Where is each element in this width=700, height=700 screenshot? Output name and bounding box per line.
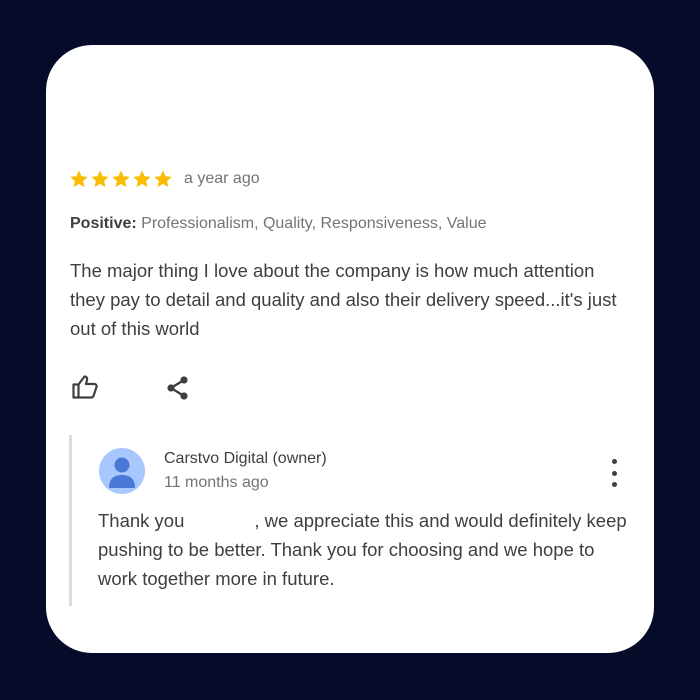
share-button[interactable] <box>163 373 193 403</box>
positive-attributes: Positive: Professionalism, Quality, Resp… <box>70 215 486 233</box>
rating-row: a year ago <box>69 169 260 189</box>
star-icon <box>133 170 151 188</box>
positive-items: Professionalism, Quality, Responsiveness… <box>141 215 487 232</box>
reply-text: Thank you, we appreciate this and would … <box>98 506 638 593</box>
more-vertical-icon[interactable] <box>604 459 624 487</box>
owner-reply: Carstvo Digital (owner) 11 months ago Th… <box>69 435 640 606</box>
star-icon <box>112 170 130 188</box>
star-rating <box>69 169 173 189</box>
review-text: The major thing I love about the company… <box>70 260 617 339</box>
review-card: a year ago Positive: Professionalism, Qu… <box>46 45 654 653</box>
owner-name: Carstvo Digital (owner) <box>164 450 327 467</box>
star-icon <box>154 170 172 188</box>
star-icon <box>91 170 109 188</box>
reply-text-start: Thank you <box>98 510 185 531</box>
thumbs-up-icon <box>72 375 98 399</box>
review-time: a year ago <box>184 170 260 187</box>
share-icon <box>167 376 188 400</box>
positive-label: Positive: <box>70 215 137 232</box>
star-icon <box>70 170 88 188</box>
person-avatar-icon <box>99 448 145 494</box>
reply-time: 11 months ago <box>164 474 269 491</box>
like-button[interactable] <box>70 372 100 402</box>
